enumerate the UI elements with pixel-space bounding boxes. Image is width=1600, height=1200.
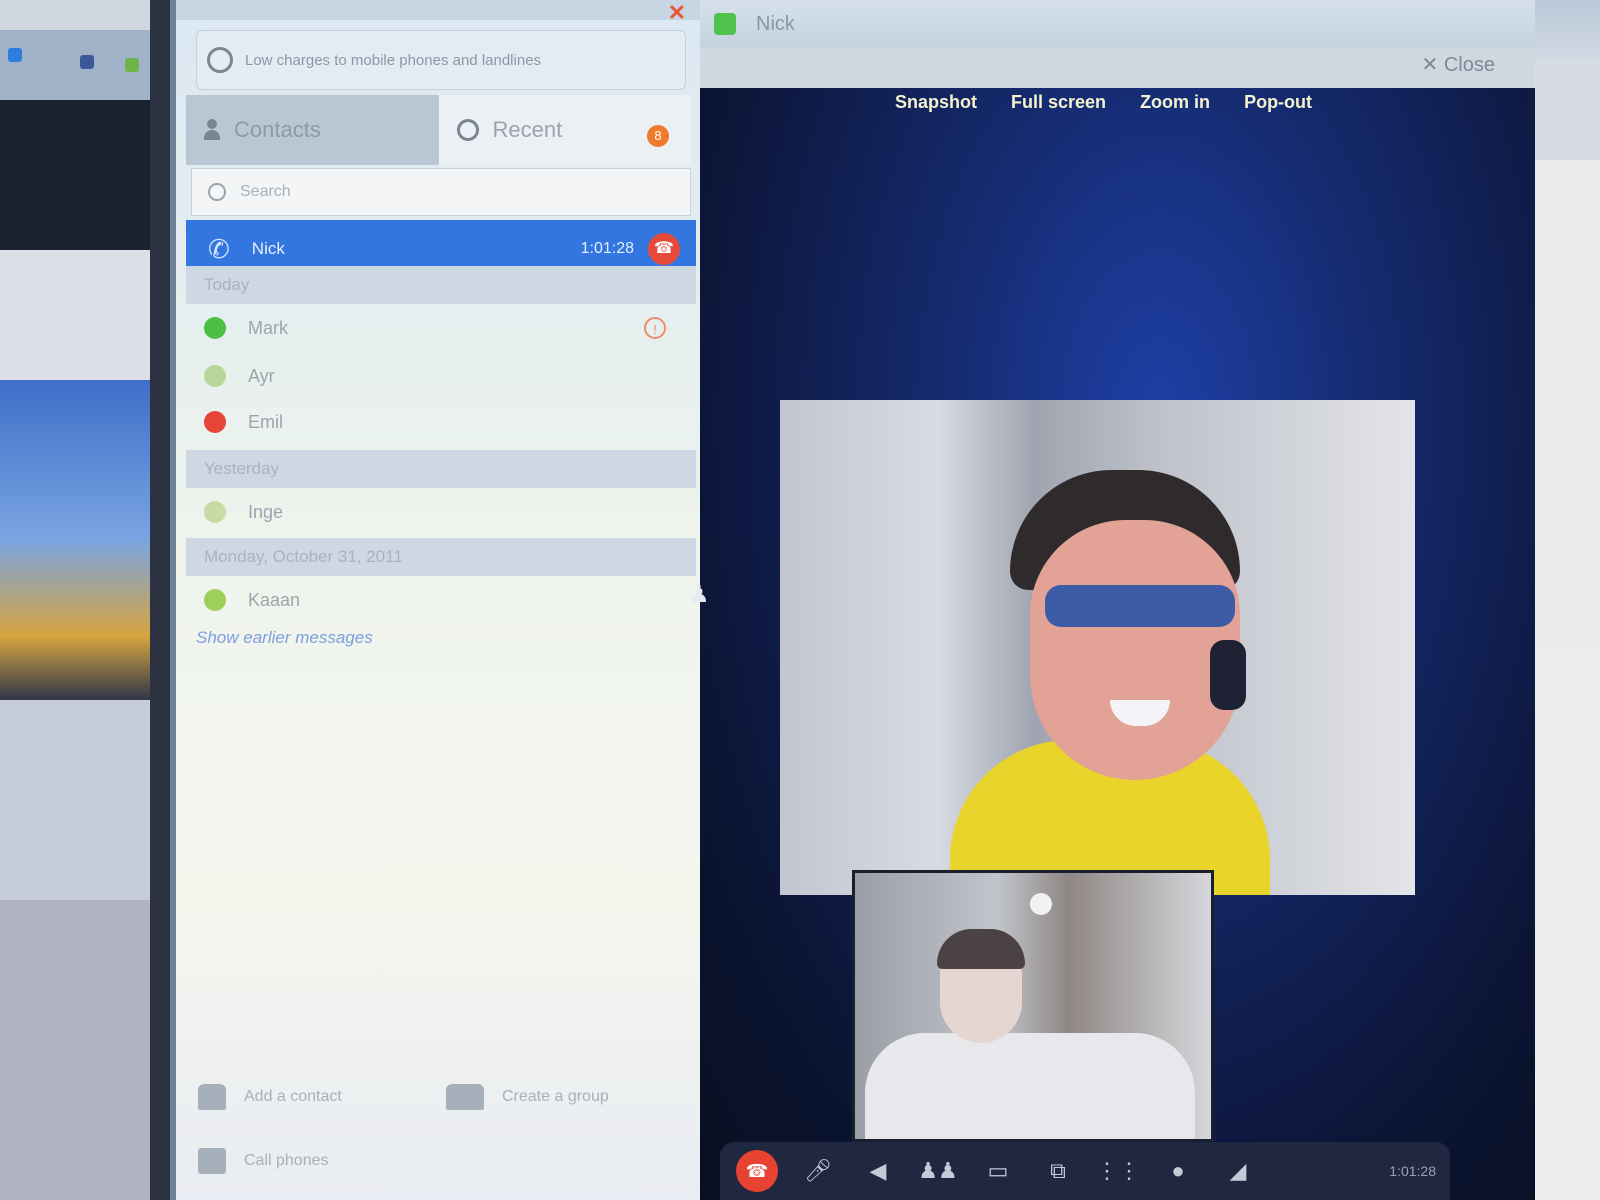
remote-face xyxy=(1030,520,1240,780)
status-icon xyxy=(204,501,226,523)
tab-contacts[interactable]: Contacts xyxy=(186,95,439,165)
group-header-date: Monday, October 31, 2011 xyxy=(186,538,696,576)
background-window-right xyxy=(1535,0,1600,1200)
call-controls-toolbar: ☎ 🎤︎ ◀ ♟♟ ▭ ⧉ ⋮⋮ ● ◢ 1:01:28 xyxy=(720,1142,1450,1200)
search-icon xyxy=(208,183,226,201)
active-call-duration: 1:01:28 xyxy=(580,240,634,257)
status-icon xyxy=(204,411,226,433)
pop-out-button[interactable]: Pop-out xyxy=(1244,92,1312,113)
self-video-preview[interactable] xyxy=(852,870,1214,1142)
browser-tab-strip xyxy=(0,0,150,30)
create-group-label: Create a group xyxy=(502,1088,609,1105)
snapshot-button[interactable]: Snapshot xyxy=(895,92,977,113)
browser-page-text xyxy=(0,700,150,900)
call-phones-label: Call phones xyxy=(244,1152,329,1169)
contacts-icon xyxy=(204,119,220,141)
search-input[interactable]: Search xyxy=(191,168,691,216)
browser-page-bottom xyxy=(0,900,150,1200)
list-item[interactable]: Emil xyxy=(186,400,696,444)
add-contact-icon xyxy=(198,1084,226,1110)
list-item[interactable]: Kaaan xyxy=(186,578,696,622)
contact-name: Kaaan xyxy=(248,589,301,610)
call-phones-button[interactable]: Call phones xyxy=(198,1148,329,1174)
skype-main-panel: ✕ Low charges to mobile phones and landl… xyxy=(170,0,700,1200)
self-body xyxy=(865,1033,1195,1139)
add-contact-button[interactable]: Add a contact xyxy=(198,1084,342,1110)
remote-glasses xyxy=(1045,585,1235,627)
right-window-toolbar xyxy=(1535,60,1600,160)
refresh-icon xyxy=(207,47,233,73)
group-header-yesterday: Yesterday xyxy=(186,450,696,488)
browser-dark-banner xyxy=(0,100,150,250)
share-screen-icon[interactable]: ⧉ xyxy=(1038,1152,1078,1190)
contact-name: Inge xyxy=(248,501,284,522)
list-item[interactable]: Inge xyxy=(186,490,696,534)
status-icon xyxy=(204,589,226,611)
alert-icon: ! xyxy=(644,317,666,339)
recent-count-badge: 8 xyxy=(647,125,669,147)
browser-photo xyxy=(0,380,150,700)
status-icon xyxy=(204,365,226,387)
signal-quality-icon[interactable]: ◢ xyxy=(1218,1152,1258,1190)
extension-icon xyxy=(125,58,139,72)
speaker-icon[interactable]: ◀ xyxy=(858,1152,898,1190)
contact-name: Ayr xyxy=(248,365,275,386)
video-call-window: Nick ✕ Close Snapshot Full screen Zoom i… xyxy=(688,0,1535,1200)
clock-icon xyxy=(456,119,479,141)
contact-name: Emil xyxy=(248,411,283,432)
browser-page-content xyxy=(0,250,150,380)
mic-indicator-icon xyxy=(1030,893,1052,915)
bottom-actions: Add a contact Create a group Call phones xyxy=(186,1080,696,1190)
close-icon[interactable]: ✕ xyxy=(668,0,686,26)
list-item[interactable]: Ayr xyxy=(186,354,696,398)
call-timer: 1:01:28 xyxy=(1389,1163,1436,1179)
group-header-today: Today xyxy=(186,266,696,304)
active-call-name: Nick xyxy=(251,239,285,258)
tab-contacts-label: Contacts xyxy=(234,117,321,142)
background-browser-window xyxy=(0,0,170,1200)
search-placeholder: Search xyxy=(240,183,291,200)
remote-headset xyxy=(1210,640,1246,710)
chat-icon[interactable]: ● xyxy=(1158,1152,1198,1190)
close-call-view-button[interactable]: ✕ Close xyxy=(1422,52,1495,77)
phone-icon: ✆ xyxy=(208,233,230,264)
close-label: Close xyxy=(1443,54,1495,76)
list-item[interactable]: Mark ! xyxy=(186,306,696,350)
video-camera-icon[interactable]: ▭ xyxy=(978,1152,1018,1190)
dialpad-icon xyxy=(198,1148,226,1174)
tab-recent[interactable]: Recent 8 xyxy=(438,95,691,165)
call-sub-bar: ✕ Close xyxy=(700,48,1535,88)
create-group-button[interactable]: Create a group xyxy=(446,1084,609,1110)
dialpad-icon[interactable]: ⋮⋮ xyxy=(1096,1152,1140,1190)
panel-tabs: Contacts Recent 8 xyxy=(186,95,691,165)
zoom-in-button[interactable]: Zoom in xyxy=(1140,92,1210,113)
video-action-bar: Snapshot Full screen Zoom in Pop-out xyxy=(895,92,1312,113)
facebook-icon xyxy=(80,55,94,69)
browser-icon xyxy=(8,48,22,62)
add-contact-label: Add a contact xyxy=(244,1088,342,1105)
self-hair xyxy=(937,929,1025,969)
show-earlier-messages-link[interactable]: Show earlier messages xyxy=(196,628,373,648)
call-phones-promo[interactable]: Low charges to mobile phones and landlin… xyxy=(196,30,686,90)
call-title-bar: Nick xyxy=(700,0,1535,48)
create-group-icon xyxy=(446,1084,484,1110)
online-status-icon xyxy=(714,13,736,35)
status-icon xyxy=(204,317,226,339)
call-contact-name: Nick xyxy=(756,12,795,35)
contact-name: Mark xyxy=(248,317,288,338)
remote-participant xyxy=(950,470,1280,895)
remote-video-feed xyxy=(780,400,1415,895)
end-call-button[interactable]: ☎ xyxy=(736,1150,778,1192)
call-participants-icon[interactable]: ♟ xyxy=(688,580,720,620)
full-screen-button[interactable]: Full screen xyxy=(1011,92,1106,113)
panel-title-bar xyxy=(176,0,700,20)
add-people-icon[interactable]: ♟♟ xyxy=(918,1152,958,1190)
promo-text: Low charges to mobile phones and landlin… xyxy=(245,51,542,69)
hang-up-icon[interactable]: ☎ xyxy=(648,233,680,265)
mute-mic-icon[interactable]: 🎤︎ xyxy=(798,1152,838,1190)
tab-recent-label: Recent xyxy=(492,117,563,142)
